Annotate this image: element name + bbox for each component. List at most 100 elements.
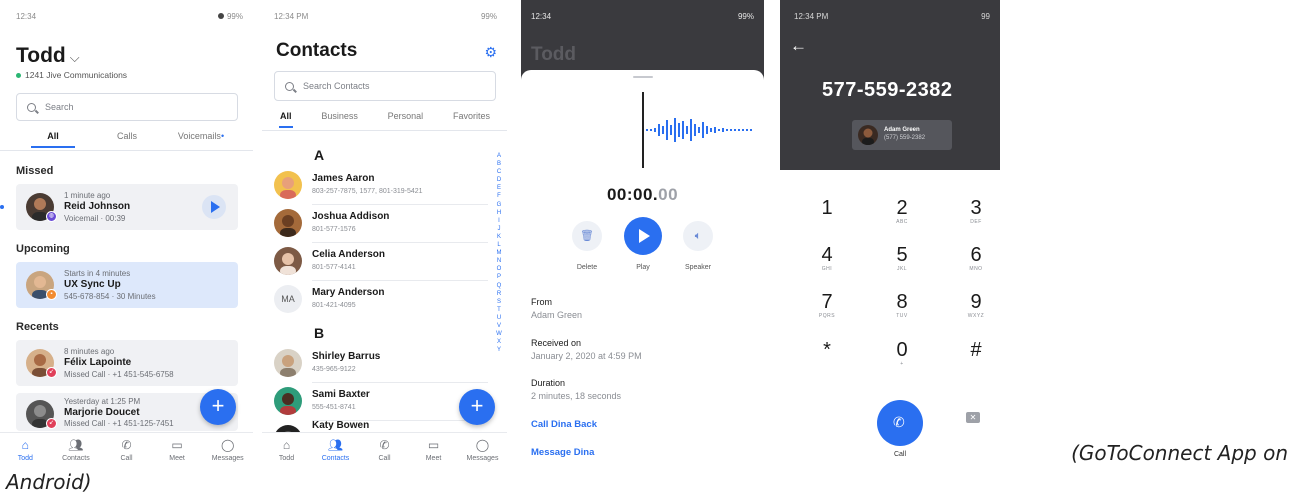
contact-row[interactable]: Sami Baxter 555-451-8741 [274, 383, 488, 421]
dial-key[interactable]: 0 + [882, 339, 922, 367]
speaker-icon: 🔈︎ [694, 230, 702, 242]
alphabet-letter[interactable]: G [494, 201, 504, 209]
contact-row[interactable]: Katy Bowen [274, 417, 488, 433]
alphabet-letter[interactable]: U [494, 314, 504, 322]
item-time: 1 minute ago [64, 191, 111, 200]
account-switcher[interactable]: Todd ⌵ [16, 44, 80, 68]
alphabet-letter[interactable]: O [494, 265, 504, 273]
drag-handle[interactable] [633, 76, 653, 78]
alphabet-letter[interactable]: E [494, 184, 504, 192]
alphabet-letter[interactable]: P [494, 273, 504, 281]
alphabet-letter[interactable]: W [494, 330, 504, 338]
nav-contacts[interactable]: 👥︎ Contacts [51, 433, 102, 468]
alphabet-letter[interactable]: Y [494, 346, 504, 354]
nav-contacts[interactable]: 👥︎ Contacts [311, 433, 360, 468]
matched-contact-chip[interactable]: Adam Green (577) 559-2382 [852, 120, 952, 150]
contact-row[interactable]: Shirley Barrus 435-965-9122 [274, 345, 488, 383]
recent-item[interactable]: ↙ 8 minutes ago Félix Lapointe Missed Ca… [16, 340, 238, 386]
timer-fraction: 00 [658, 185, 679, 204]
back-arrow-icon[interactable]: ← [790, 36, 807, 56]
tab-business[interactable]: Business [315, 111, 364, 128]
search-input[interactable]: Search [16, 93, 238, 121]
tab-personal[interactable]: Personal [382, 111, 430, 128]
bottom-nav: ⌂ Todd 👥︎ Contacts ✆ Call ▭ Meet ◯ Messages [262, 432, 507, 468]
dial-key[interactable]: 2 ABC [882, 197, 922, 225]
nav-messages[interactable]: ◯ Messages [458, 433, 507, 468]
dial-key[interactable]: # [956, 339, 996, 367]
contact-row[interactable]: Joshua Addison 801-577-1576 [274, 205, 488, 243]
call-back-link[interactable]: Call Dina Back [531, 419, 597, 430]
speaker-button[interactable]: 🔈︎ [683, 221, 713, 251]
nav-messages[interactable]: ◯ Messages [202, 433, 253, 468]
dial-key[interactable]: 9 WXYZ [956, 291, 996, 319]
nav-meet[interactable]: ▭ Meet [152, 433, 203, 468]
delete-button[interactable]: 🗑︎ [572, 221, 602, 251]
alphabet-letter[interactable]: T [494, 306, 504, 314]
alphabet-letter[interactable]: N [494, 257, 504, 265]
message-link[interactable]: Message Dina [531, 447, 594, 458]
dial-key[interactable]: 1 [807, 197, 847, 225]
nav-call[interactable]: ✆ Call [360, 433, 409, 468]
alphabet-letter[interactable]: X [494, 338, 504, 346]
alphabet-letter[interactable]: J [494, 225, 504, 233]
play-voicemail-button[interactable] [202, 195, 226, 219]
dial-key-letters: GHI [821, 266, 833, 272]
alphabet-letter[interactable]: M [494, 249, 504, 257]
backspace-icon[interactable]: ✕ [966, 412, 980, 423]
nav-todd[interactable]: ⌂ Todd [0, 433, 51, 468]
group-header: A [314, 147, 325, 163]
tab-all[interactable]: All [16, 131, 90, 148]
alphabet-letter[interactable]: S [494, 298, 504, 306]
dial-key[interactable]: 4 GHI [807, 244, 847, 272]
alphabet-letter[interactable]: K [494, 233, 504, 241]
contact-row[interactable]: Celia Anderson 801-577-4141 [274, 243, 488, 281]
tab-calls[interactable]: Calls [90, 131, 164, 148]
alphabet-letter[interactable]: C [494, 168, 504, 176]
dial-key-digit: 6 [970, 244, 982, 266]
section-upcoming: Upcoming [16, 243, 70, 255]
tab-favorites[interactable]: Favorites [447, 111, 496, 128]
alphabet-letter[interactable]: Q [494, 282, 504, 290]
alphabet-letter[interactable]: A [494, 152, 504, 160]
alphabet-letter[interactable]: H [494, 209, 504, 217]
alphabet-letter[interactable]: L [494, 241, 504, 249]
unread-indicator [0, 205, 4, 209]
voicemail-screen: 12:34 99% Todd 00:00.00 🗑︎ Delete Play 🔈… [521, 0, 764, 468]
upcoming-item[interactable]: ▪ Starts in 4 minutes UX Sync Up 545-678… [16, 262, 238, 308]
alphabet-letter[interactable]: I [494, 217, 504, 225]
delete-label: Delete [576, 264, 598, 271]
search-input[interactable]: Search Contacts [274, 71, 496, 101]
call-button[interactable]: ✆ [877, 400, 923, 446]
alphabet-letter[interactable]: V [494, 322, 504, 330]
dial-key[interactable]: 6 MNO [956, 244, 996, 272]
nav-todd[interactable]: ⌂ Todd [262, 433, 311, 468]
alphabet-letter[interactable]: R [494, 290, 504, 298]
new-action-button[interactable]: + [200, 389, 236, 425]
tab-voicemails[interactable]: Voicemails• [164, 131, 238, 148]
dial-key[interactable]: * [807, 339, 847, 367]
phone-icon: ✆ [121, 438, 132, 452]
gear-icon[interactable]: ⚙ [484, 44, 497, 61]
dial-key[interactable]: 8 TUV [882, 291, 922, 319]
contact-row[interactable]: MA Mary Anderson 801-421-4095 [274, 281, 488, 319]
nav-meet[interactable]: ▭ Meet [409, 433, 458, 468]
dial-key[interactable]: 3 DEF [956, 197, 996, 225]
status-bar: 12:34 99% [531, 10, 754, 22]
dial-key[interactable]: 5 JKL [882, 244, 922, 272]
missed-item[interactable]: ◍ 1 minute ago Reid Johnson Voicemail · … [16, 184, 238, 230]
play-button[interactable] [624, 217, 662, 255]
contact-row[interactable]: James Aaron 803-257-7875, 1577, 801-319-… [274, 167, 488, 205]
divider [262, 130, 507, 131]
tab-all[interactable]: All [274, 111, 298, 128]
alphabet-index[interactable]: ABCDEFGHIJKLMNOPQRSTUVWXY [494, 152, 504, 354]
alphabet-letter[interactable]: D [494, 176, 504, 184]
contact-name: James Aaron [312, 173, 375, 184]
alphabet-letter[interactable]: B [494, 160, 504, 168]
add-contact-button[interactable]: + [459, 389, 495, 425]
avatar [274, 171, 302, 199]
alphabet-letter[interactable]: F [494, 192, 504, 200]
nav-call[interactable]: ✆ Call [101, 433, 152, 468]
nav-label: Meet [425, 455, 442, 462]
dial-key[interactable]: 7 PQRS [807, 291, 847, 319]
playhead[interactable] [642, 92, 644, 168]
